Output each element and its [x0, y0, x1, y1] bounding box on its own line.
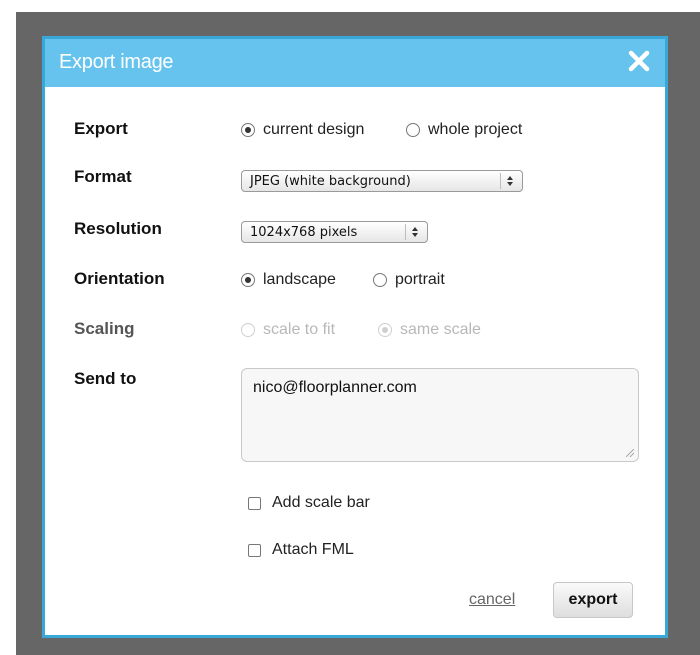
export-whole-project-radio[interactable]: whole project — [406, 121, 522, 139]
checkbox-icon — [248, 543, 261, 557]
resolution-select[interactable]: 1024x768 pixels — [241, 221, 428, 243]
radio-checked-icon — [241, 273, 255, 287]
orientation-label: Orientation — [74, 269, 165, 288]
radio-unchecked-icon — [406, 123, 420, 137]
checkbox-icon — [248, 496, 261, 510]
send-to-label: Send to — [74, 369, 137, 388]
checkbox-label: Add scale bar — [272, 494, 370, 511]
send-to-textarea[interactable]: nico@floorplanner.com — [241, 368, 639, 462]
add-scale-bar-checkbox[interactable]: Add scale bar — [248, 494, 370, 512]
scaling-same-scale-radio: same scale — [378, 321, 481, 339]
orientation-landscape-radio[interactable]: landscape — [241, 271, 336, 289]
resolution-label: Resolution — [74, 219, 162, 238]
radio-checked-icon — [241, 123, 255, 137]
radio-unchecked-icon — [241, 323, 255, 337]
dialog-title-bar: Export image — [45, 39, 665, 87]
cancel-link[interactable]: cancel — [469, 591, 515, 609]
radio-checked-icon — [378, 323, 392, 337]
scaling-scale-to-fit-radio: scale to fit — [241, 321, 335, 339]
close-icon[interactable] — [625, 47, 653, 75]
format-select-value: JPEG (white background) — [250, 174, 411, 189]
format-label: Format — [74, 167, 132, 186]
scaling-label: Scaling — [74, 319, 135, 338]
export-image-dialog: Export image Export current design whole… — [42, 36, 668, 638]
export-current-design-radio[interactable]: current design — [241, 121, 364, 139]
attach-fml-checkbox[interactable]: Attach FML — [248, 541, 354, 559]
checkbox-label: Attach FML — [272, 541, 354, 558]
resize-grip-icon[interactable] — [626, 449, 634, 457]
radio-label: whole project — [428, 121, 523, 138]
radio-unchecked-icon — [373, 273, 387, 287]
select-arrows-icon — [405, 224, 424, 240]
format-select[interactable]: JPEG (white background) — [241, 170, 523, 192]
radio-label: current design — [263, 121, 365, 138]
orientation-portrait-radio[interactable]: portrait — [373, 271, 445, 289]
radio-label: portrait — [395, 271, 445, 288]
resolution-select-value: 1024x768 pixels — [250, 225, 358, 240]
send-to-value: nico@floorplanner.com — [253, 379, 417, 396]
select-arrows-icon — [500, 173, 519, 189]
radio-label: landscape — [263, 271, 336, 288]
radio-label: same scale — [400, 321, 481, 338]
export-button[interactable]: export — [553, 582, 633, 618]
dialog-title: Export image — [59, 51, 174, 73]
radio-label: scale to fit — [263, 321, 336, 338]
export-label: Export — [74, 119, 128, 138]
